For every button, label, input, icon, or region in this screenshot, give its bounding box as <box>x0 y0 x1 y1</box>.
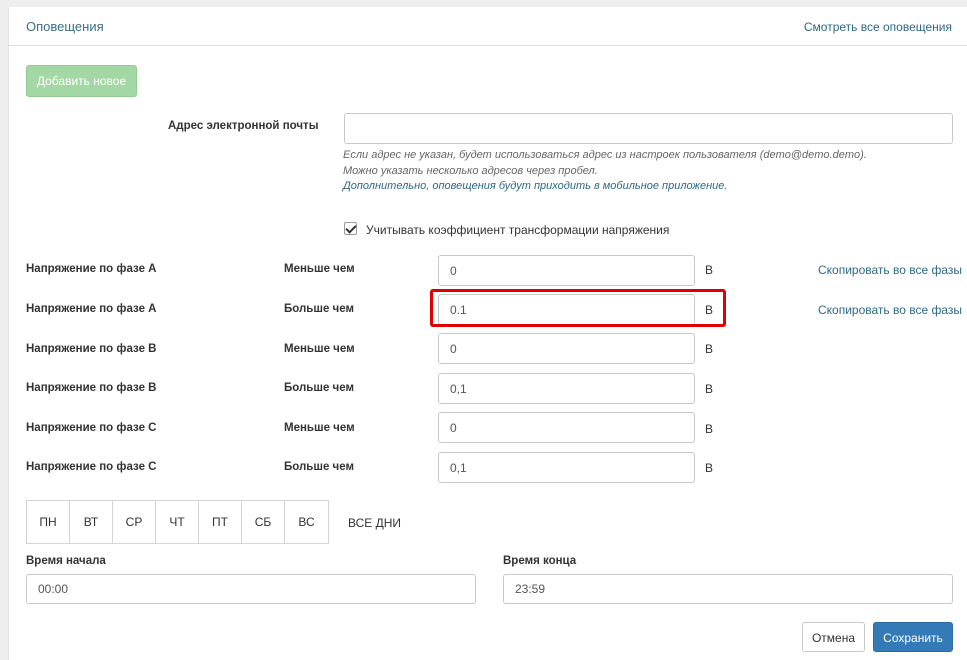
day-button-sat[interactable]: СБ <box>242 501 285 543</box>
day-button-fri[interactable]: ПТ <box>199 501 242 543</box>
add-new-button[interactable]: Добавить новое <box>26 65 137 97</box>
transform-ratio-label: Учитывать коэффициент трансформации напр… <box>366 223 670 237</box>
panel-title: Оповещения <box>26 19 104 34</box>
start-time-label: Время начала <box>26 555 106 567</box>
unit-label: В <box>705 342 714 356</box>
unit-label: В <box>705 422 714 436</box>
row-condition-label: Меньше чем <box>284 422 355 434</box>
row-condition-label: Меньше чем <box>284 343 355 355</box>
save-button[interactable]: Сохранить <box>873 622 953 652</box>
row-param-label: Напряжение по фазе C <box>26 422 157 434</box>
email-label: Адрес электронной почты <box>168 120 319 132</box>
threshold-input[interactable] <box>438 373 695 404</box>
unit-label: В <box>705 461 714 475</box>
view-all-notifications-link[interactable]: Смотреть все оповещения <box>804 20 952 34</box>
email-help-multiple: Можно указать несколько адресов через пр… <box>343 165 598 177</box>
day-button-wed[interactable]: СР <box>113 501 156 543</box>
day-button-sun[interactable]: ВС <box>285 501 328 543</box>
email-input[interactable] <box>344 113 953 144</box>
unit-label: В <box>705 382 714 396</box>
end-time-input[interactable] <box>503 574 953 604</box>
highlight-box <box>430 289 726 327</box>
row-param-label: Напряжение по фазе B <box>26 343 157 355</box>
day-button-thu[interactable]: ЧТ <box>156 501 199 543</box>
transform-ratio-checkbox[interactable] <box>344 222 357 235</box>
notifications-panel: Оповещения Смотреть все оповещения Добав… <box>8 7 967 660</box>
threshold-input[interactable] <box>438 412 695 443</box>
end-time-label: Время конца <box>503 555 577 567</box>
day-button-tue[interactable]: ВТ <box>70 501 113 543</box>
row-param-label: Напряжение по фазе B <box>26 382 157 394</box>
row-condition-label: Больше чем <box>284 303 354 315</box>
email-help-default: Если адрес не указан, будет использовать… <box>343 149 867 161</box>
threshold-input[interactable] <box>438 333 695 364</box>
row-condition-label: Больше чем <box>284 461 354 473</box>
email-help-mobile-link[interactable]: Дополнительно, оповещения будут приходит… <box>343 180 727 192</box>
copy-to-all-phases-link[interactable]: Скопировать во все фазы <box>818 303 962 317</box>
row-param-label: Напряжение по фазе А <box>26 263 157 275</box>
start-time-input[interactable] <box>26 574 476 604</box>
unit-label: В <box>705 263 714 277</box>
all-days-button[interactable]: ВСЕ ДНИ <box>348 516 401 530</box>
row-param-label: Напряжение по фазе А <box>26 303 157 315</box>
row-condition-label: Меньше чем <box>284 263 355 275</box>
threshold-input[interactable] <box>438 452 695 483</box>
threshold-input[interactable] <box>438 255 695 286</box>
day-button-mon[interactable]: ПН <box>27 501 70 543</box>
panel-header: Оповещения Смотреть все оповещения <box>9 7 967 46</box>
day-selector: ПН ВТ СР ЧТ ПТ СБ ВС <box>26 500 329 544</box>
cancel-button[interactable]: Отмена <box>802 622 865 652</box>
row-param-label: Напряжение по фазе C <box>26 461 157 473</box>
copy-to-all-phases-link[interactable]: Скопировать во все фазы <box>818 263 962 277</box>
row-condition-label: Больше чем <box>284 382 354 394</box>
